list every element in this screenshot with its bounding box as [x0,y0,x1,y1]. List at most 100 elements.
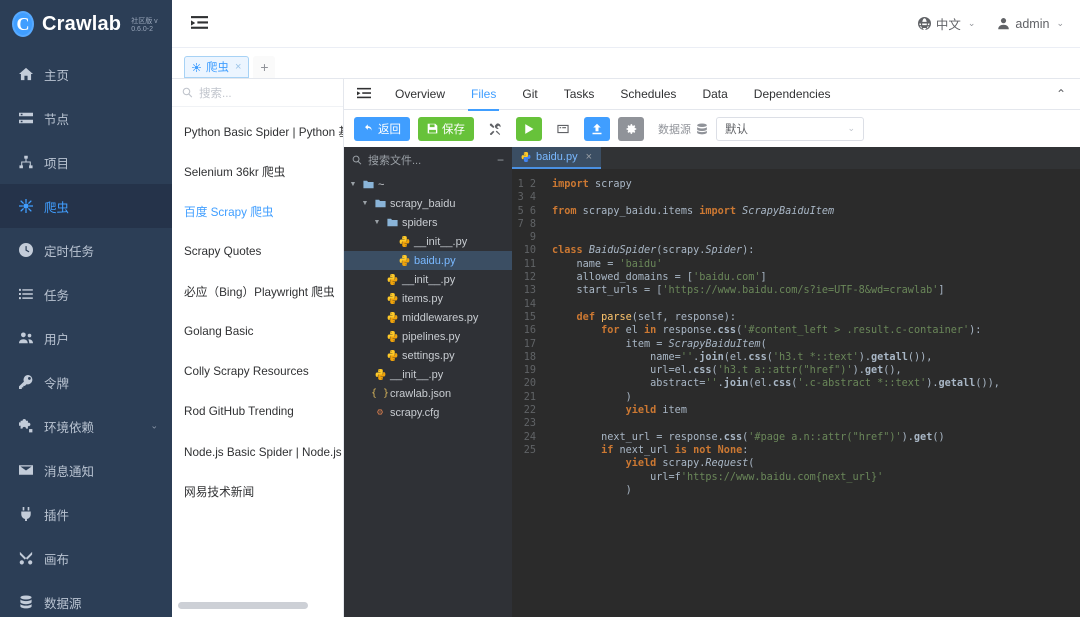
spider-list-item[interactable]: Rod GitHub Trending [172,391,343,431]
sidebar-item-5[interactable]: 任务 [0,272,172,316]
tab-dependencies[interactable]: Dependencies [741,79,844,110]
code-content[interactable]: import scrapy from scrapy_baidu.items im… [542,169,1080,617]
spider-list-item[interactable]: Scrapy Quotes [172,231,343,271]
sidebar-item-2[interactable]: 项目 [0,140,172,184]
minimize-icon[interactable]: − [497,153,504,167]
python-icon [386,312,398,323]
spider-list-item[interactable]: 必应（Bing）Playwright 爬虫 [172,271,343,311]
sidebar-item-3[interactable]: 爬虫 [0,184,172,228]
user-menu[interactable]: admin ⌄ [997,17,1064,31]
file-tree-file[interactable]: pipelines.py [344,327,512,346]
search-icon [182,87,193,98]
spider-list-item[interactable]: Selenium 36kr 爬虫 [172,151,343,191]
detail-tabs: Overview Files Git Tasks Schedules Data Depend… [382,79,844,111]
view-tab-spider[interactable]: 爬虫 × [184,56,250,78]
save-button[interactable]: 保存 [418,116,474,141]
editor-tab-baidu-py[interactable]: baidu.py × [512,147,602,169]
file-search-box[interactable]: 搜索文件... − [344,147,512,173]
code-body[interactable]: 1 2 3 4 5 6 7 8 9 10 11 12 13 14 15 16 1… [512,169,1080,617]
tools-icon [489,122,501,135]
key-icon [18,375,33,390]
spider-list-item[interactable]: 网易技术新闻 [172,471,343,511]
panel-toggle-icon[interactable] [354,84,374,104]
python-icon [521,152,531,162]
file-tree-file[interactable]: __init__.py [344,232,512,251]
sidebar-item-label: 数据源 [44,596,82,611]
spider-list-item[interactable]: Colly Scrapy Resources [172,351,343,391]
console-button[interactable] [550,117,576,141]
sidebar-item-12[interactable]: 数据源 [0,580,172,617]
file-tree-file[interactable]: baidu.py [344,251,512,270]
sidebar-item-7[interactable]: 令牌 [0,360,172,404]
sidebar-item-1[interactable]: 节点 [0,96,172,140]
language-selector[interactable]: 中文 ⌄ [917,14,975,33]
file-tree-file[interactable]: settings.py [344,346,512,365]
file-tree-file[interactable]: items.py [344,289,512,308]
sidebar-item-label: 消息通知 [44,464,95,479]
back-button[interactable]: 返回 [354,116,410,141]
file-tree-file[interactable]: __init__.py [344,270,512,289]
upload-button[interactable] [584,116,610,141]
spider-search-box[interactable]: 搜索... [172,79,343,107]
datasource-value: 默认 [725,123,748,136]
clock-icon [18,243,33,258]
brand-name: Crawlab [42,12,122,35]
chevron-down-icon[interactable]: ▼ [372,219,382,226]
chevron-down-icon[interactable]: ▼ [348,181,358,188]
sidebar-item-9[interactable]: 消息通知 [0,448,172,492]
file-tree-file[interactable]: __init__.py [344,365,512,384]
datasource-select[interactable]: 默认 ⌄ [716,116,864,141]
tab-schedules[interactable]: Schedules [607,79,689,110]
file-tree-folder[interactable]: ▼ ~ [344,175,512,194]
plug-icon [18,507,33,522]
file-tree-file[interactable]: { } crawlab.json [344,384,512,403]
tools-button[interactable] [482,117,508,141]
file-search-placeholder: 搜索文件... [368,155,422,167]
sidebar-item-11[interactable]: 画布 [0,536,172,580]
close-icon[interactable]: × [235,61,241,73]
sidebar-nav: 主页节点项目爬虫定时任务任务用户令牌环境依赖⌄消息通知插件画布数据源监控指标 [0,52,172,617]
spider-list-item[interactable]: Python Basic Spider | Python 基础爬虫 [172,111,343,151]
tab-git[interactable]: Git [509,79,550,110]
spider-list-item[interactable]: Node.js Basic Spider | Node.js 基础爬虫 [172,431,343,471]
file-tree-file[interactable]: middlewares.py [344,308,512,327]
topbar: 中文 ⌄ admin ⌄ [172,0,1080,48]
close-icon[interactable]: × [586,151,592,163]
settings-button[interactable] [618,116,644,141]
datasource-label-group: 数据源 [658,121,708,137]
file-tree-label: pipelines.py [402,330,461,343]
chevron-down-icon[interactable]: ▼ [360,200,370,207]
file-tree-label: __init__.py [390,368,444,381]
spider-list: Python Basic Spider | Python 基础爬虫Seleniu… [172,107,343,617]
scrollbar-thumb[interactable] [178,602,309,609]
sidebar-item-label: 用户 [44,332,70,347]
file-tree-folder[interactable]: ▼ spiders [344,213,512,232]
collapse-panel-icon[interactable]: ⌃ [1056,87,1070,101]
search-icon [352,155,362,165]
menu-fold-icon[interactable] [188,13,210,35]
add-tab-button[interactable]: + [253,56,276,78]
tab-files[interactable]: Files [458,79,509,111]
tab-data[interactable]: Data [689,79,740,110]
sidebar-item-4[interactable]: 定时任务 [0,228,172,272]
back-label: 返回 [378,123,401,136]
sidebar-item-10[interactable]: 插件 [0,492,172,536]
spider-list-hscrollbar[interactable] [178,602,337,609]
file-tree-folder[interactable]: ▼ scrapy_baidu [344,194,512,213]
brand[interactable]: C Crawlab 社区版 v0.6.0-2 [0,0,172,48]
json-icon: { } [370,388,390,399]
sidebar-item-label: 令牌 [44,376,70,391]
sidebar-item-0[interactable]: 主页 [0,52,172,96]
spider-list-item[interactable]: Golang Basic [172,311,343,351]
version-label: 社区版 v0.6.0-2 [131,17,158,33]
file-tree-file[interactable]: ⚙ scrapy.cfg [344,403,512,422]
sidebar-item-8[interactable]: 环境依赖 ⌄ [0,404,172,448]
editor-tabbar: baidu.py × [512,147,1080,169]
chevron-down-icon[interactable]: ⌄ [150,421,158,432]
tab-tasks[interactable]: Tasks [551,79,608,110]
tab-overview[interactable]: Overview [382,79,458,110]
run-button[interactable] [516,116,542,141]
sidebar-item-6[interactable]: 用户 [0,316,172,360]
spider-list-item[interactable]: 百度 Scrapy 爬虫 [172,191,343,231]
save-icon [427,123,438,134]
